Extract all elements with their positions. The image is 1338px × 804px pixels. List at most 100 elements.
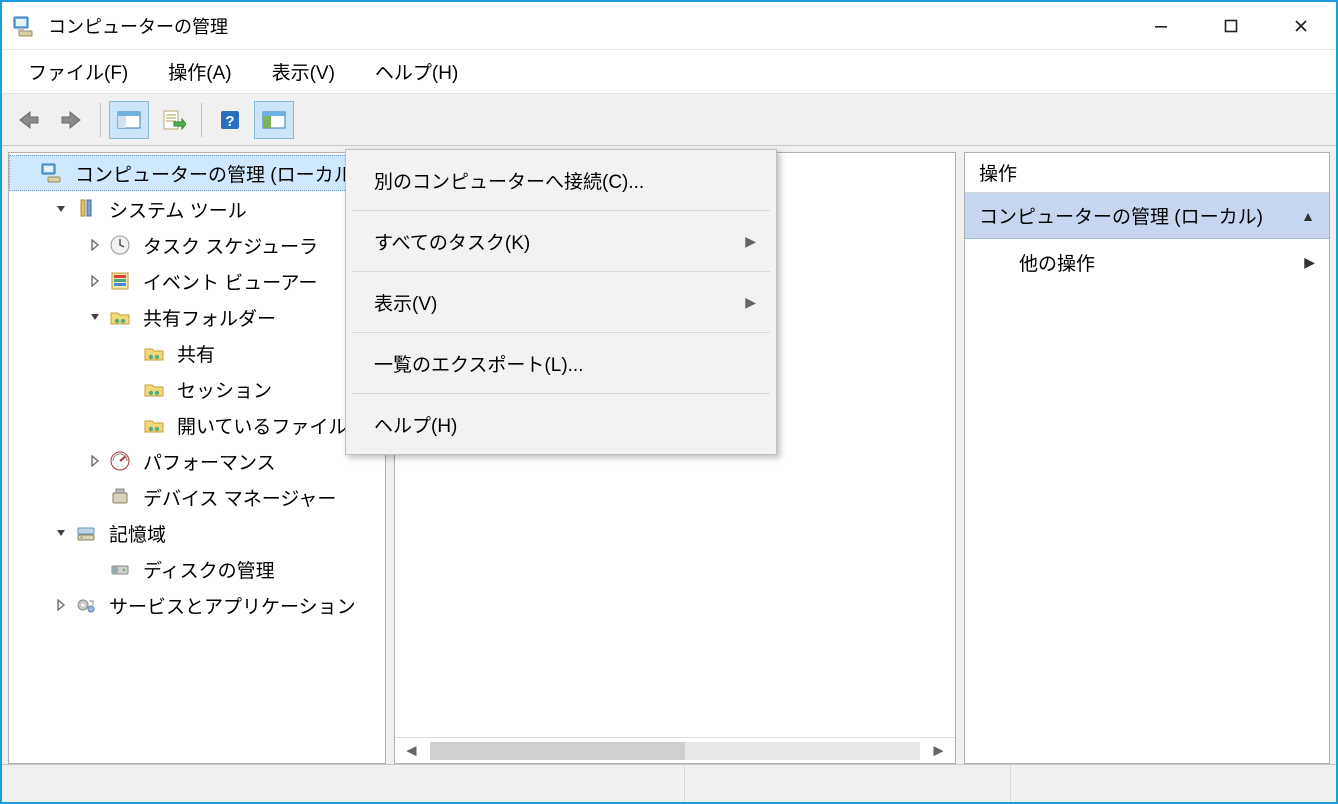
nav-forward-button[interactable] — [52, 101, 92, 139]
tree-expander-icon — [117, 413, 141, 437]
tree-item[interactable]: コンピューターの管理 (ローカル) — [9, 155, 385, 191]
actions-panel: 操作 コンピューターの管理 (ローカル) ▲ 他の操作 ▶ — [964, 152, 1330, 764]
tree-expander-icon[interactable] — [49, 593, 73, 617]
context-menu-item[interactable]: 表示(V)▶ — [348, 278, 774, 326]
event-viewer-icon — [107, 268, 133, 294]
tree-item-label: 記憶域 — [109, 520, 166, 547]
show-hide-actions-icon — [261, 109, 287, 131]
export-list-button[interactable] — [153, 101, 193, 139]
tree-item-label: パフォーマンス — [143, 448, 276, 475]
actions-panel-header: 操作 — [965, 153, 1329, 193]
shared-folder-icon — [141, 412, 167, 438]
close-button[interactable] — [1266, 2, 1336, 49]
context-menu-item-label: 一覧のエクスポート(L)... — [374, 350, 584, 377]
console-tree[interactable]: コンピューターの管理 (ローカル) システム ツールタスク スケジューライベント … — [9, 153, 385, 625]
tree-item[interactable]: パフォーマンス — [9, 443, 385, 479]
computer-mgmt-icon — [39, 160, 65, 186]
show-hide-tree-icon — [116, 109, 142, 131]
context-menu-separator — [352, 271, 770, 272]
system-tools-icon — [73, 196, 99, 222]
horizontal-scrollbar[interactable]: ◄ ► — [395, 737, 955, 763]
context-menu-item-label: 別のコンピューターへ接続(C)... — [374, 167, 644, 194]
actions-more-item[interactable]: 他の操作 ▶ — [965, 239, 1329, 285]
app-icon — [10, 12, 38, 40]
statusbar — [2, 764, 1336, 802]
titlebar: コンピューターの管理 — [2, 2, 1336, 50]
tree-item-label: 開いているファイル — [177, 412, 347, 439]
menu-help[interactable]: ヘルプ(H) — [355, 52, 478, 91]
context-menu: 別のコンピューターへ接続(C)... すべてのタスク(K) ▶ 表示(V)▶ 一覧のエク… — [345, 149, 777, 455]
tree-item[interactable]: デバイス マネージャー — [9, 479, 385, 515]
window-controls — [1126, 2, 1336, 49]
tree-item-label: デバイス マネージャー — [143, 484, 336, 511]
nav-back-icon — [14, 109, 42, 131]
context-menu-separator — [352, 332, 770, 333]
context-menu-item[interactable]: すべてのタスク(K) ▶ — [348, 217, 774, 265]
tree-item[interactable]: 共有フォルダー — [9, 299, 385, 335]
nav-forward-icon — [58, 109, 86, 131]
show-hide-actions-button[interactable] — [254, 101, 294, 139]
tree-expander-icon — [117, 341, 141, 365]
tree-expander-icon — [117, 377, 141, 401]
tree-expander-icon[interactable] — [83, 305, 107, 329]
nav-back-button[interactable] — [8, 101, 48, 139]
content: コンピューターの管理 (ローカル) システム ツールタスク スケジューライベント … — [2, 146, 1336, 764]
tree-item[interactable]: ディスクの管理 — [9, 551, 385, 587]
statusbar-cell — [684, 765, 1010, 802]
menu-file[interactable]: ファイル(F) — [8, 52, 148, 91]
tree-expander-icon[interactable] — [83, 233, 107, 257]
scroll-right-icon[interactable]: ► — [930, 741, 947, 761]
menu-action[interactable]: 操作(A) — [148, 52, 251, 91]
disk-mgmt-icon — [107, 556, 133, 582]
tree-item[interactable]: サービスとアプリケーション — [9, 587, 385, 623]
actions-more-label: 他の操作 — [1019, 249, 1095, 276]
scrollbar-thumb[interactable] — [430, 742, 685, 760]
shared-folders-icon — [107, 304, 133, 330]
tree-item[interactable]: イベント ビューアー — [9, 263, 385, 299]
context-menu-item[interactable]: 別のコンピューターへ接続(C)... — [348, 156, 774, 204]
menubar: ファイル(F) 操作(A) 表示(V) ヘルプ(H) — [2, 50, 1336, 94]
tree-item[interactable]: タスク スケジューラ — [9, 227, 385, 263]
results-panel: 名前 ◄ ► 別のコンピューターへ接続(C)...すべてのタスク(K)▶表示(V… — [394, 152, 956, 764]
shared-folder-icon — [141, 340, 167, 366]
scroll-left-icon[interactable]: ◄ — [403, 741, 420, 761]
tree-expander-icon[interactable] — [49, 521, 73, 545]
tree-item-label: ディスクの管理 — [143, 556, 275, 583]
maximize-button[interactable] — [1196, 2, 1266, 49]
tree-item-label: コンピューターの管理 (ローカル) — [75, 160, 359, 187]
help-button[interactable]: ? — [210, 101, 250, 139]
actions-group-header[interactable]: コンピューターの管理 (ローカル) ▲ — [965, 193, 1329, 239]
tree-panel: コンピューターの管理 (ローカル) システム ツールタスク スケジューライベント … — [8, 152, 386, 764]
shared-folder-icon — [141, 376, 167, 402]
tree-expander-icon[interactable] — [49, 197, 73, 221]
menu-view[interactable]: 表示(V) — [252, 52, 355, 91]
statusbar-cell — [1010, 765, 1336, 802]
tree-item[interactable]: 開いているファイル — [9, 407, 385, 443]
tree-item[interactable]: 記憶域 — [9, 515, 385, 551]
context-menu-item-label: すべてのタスク(K) — [374, 228, 530, 255]
tree-expander-icon[interactable] — [83, 269, 107, 293]
context-menu-item-label: 表示(V) — [374, 289, 437, 316]
scrollbar-track[interactable] — [430, 742, 920, 760]
statusbar-cell — [2, 765, 684, 802]
toolbar: ? — [2, 94, 1336, 146]
context-menu-separator — [352, 393, 770, 394]
actions-group-label: コンピューターの管理 (ローカル) — [979, 202, 1263, 229]
services-apps-icon — [73, 592, 99, 618]
context-menu-item[interactable]: ヘルプ(H) — [348, 400, 774, 448]
device-manager-icon — [107, 484, 133, 510]
tree-item[interactable]: システム ツール — [9, 191, 385, 227]
minimize-button[interactable] — [1126, 2, 1196, 49]
tree-item-label: サービスとアプリケーション — [109, 592, 356, 619]
svg-text:?: ? — [225, 113, 234, 130]
tree-item[interactable]: セッション — [9, 371, 385, 407]
tree-expander-icon[interactable] — [83, 449, 107, 473]
export-list-icon — [160, 108, 186, 132]
tree-item[interactable]: 共有 — [9, 335, 385, 371]
tree-expander-icon — [15, 161, 39, 185]
submenu-arrow-icon: ▶ — [745, 233, 756, 250]
show-hide-tree-button[interactable] — [109, 101, 149, 139]
context-menu-item[interactable]: 一覧のエクスポート(L)... — [348, 339, 774, 387]
tree-item-label: 共有フォルダー — [143, 304, 276, 331]
storage-icon — [73, 520, 99, 546]
